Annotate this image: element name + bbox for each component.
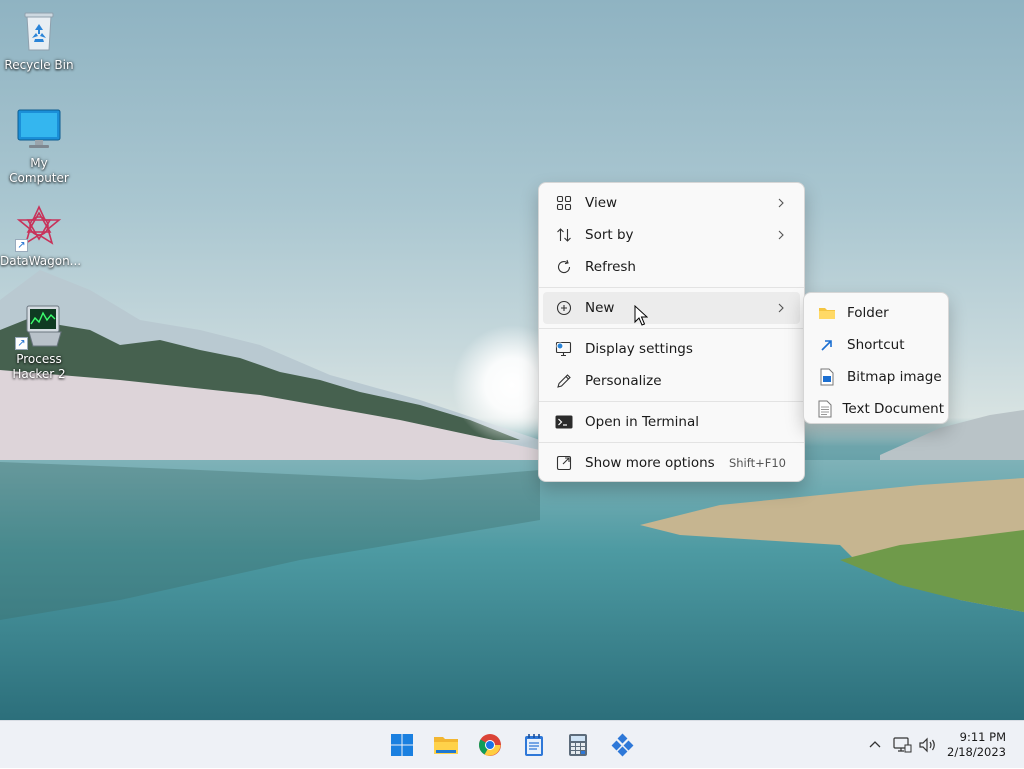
plus-circle-icon [554, 298, 574, 318]
menu-item-label: View [585, 195, 618, 211]
submenu-item-label: Bitmap image [847, 369, 942, 385]
desktop-icon-label: Process Hacker 2 [12, 352, 66, 381]
submenu-item-folder[interactable]: Folder [808, 297, 944, 329]
datawagon-icon: ↗ [15, 204, 63, 252]
menu-item-sort-by[interactable]: Sort by [543, 219, 800, 251]
recycle-bin-icon [15, 8, 63, 56]
volume-icon[interactable] [918, 736, 938, 754]
sort-arrows-icon [554, 225, 574, 245]
network-icon[interactable] [892, 736, 912, 754]
pen-icon [554, 371, 574, 391]
menu-item-label: Refresh [585, 259, 636, 275]
chevron-right-icon [778, 198, 784, 208]
start-button[interactable] [386, 729, 418, 761]
display-settings-icon [554, 339, 574, 359]
menu-item-show-more-options[interactable]: Show more options Shift+F10 [543, 447, 800, 479]
process-hacker-icon: ↗ [15, 302, 63, 350]
menu-item-label: Display settings [585, 341, 693, 357]
more-options-icon [554, 453, 574, 473]
menu-item-label: Open in Terminal [585, 414, 699, 430]
app-blocks-icon [611, 733, 634, 757]
menu-item-personalize[interactable]: Personalize [543, 365, 800, 397]
start-icon [391, 734, 413, 756]
chevron-up-icon[interactable] [866, 736, 884, 754]
submenu-item-shortcut[interactable]: Shortcut [808, 329, 944, 361]
menu-item-label: Sort by [585, 227, 634, 243]
desktop-icon-recycle-bin[interactable]: Recycle Bin [0, 8, 78, 73]
menu-item-new[interactable]: New [543, 292, 800, 324]
desktop-icon-process-hacker[interactable]: ↗ Process Hacker 2 [0, 302, 78, 382]
taskbar: 9:11 PM 2/18/2023 [0, 720, 1024, 768]
menu-item-open-in-terminal[interactable]: Open in Terminal [543, 406, 800, 438]
new-submenu: Folder Shortcut Bitmap image Text Docume… [803, 292, 949, 424]
desktop-icon-label: My Computer [9, 156, 69, 185]
submenu-item-label: Text Document [842, 401, 944, 417]
menu-item-shortcut: Shift+F10 [728, 456, 786, 470]
menu-separator [539, 287, 804, 288]
taskbar-calculator[interactable] [562, 729, 594, 761]
shortcut-arrow-icon: ↗ [15, 239, 28, 252]
chevron-right-icon [778, 230, 784, 240]
calculator-icon [569, 734, 587, 756]
clock-time: 9:11 PM [959, 730, 1006, 744]
chrome-icon [479, 734, 501, 756]
desktop-icon-datawagon[interactable]: ↗ DataWagon... [0, 204, 82, 269]
desktop-icon-my-computer[interactable]: My Computer [0, 106, 78, 186]
menu-item-label: New [585, 300, 615, 316]
submenu-item-label: Folder [847, 305, 889, 321]
submenu-item-bitmap-image[interactable]: Bitmap image [808, 361, 944, 393]
desktop-icon-label: Recycle Bin [4, 58, 74, 72]
refresh-icon [554, 257, 574, 277]
clock-date: 2/18/2023 [947, 745, 1006, 759]
desktop-icon-label: DataWagon... [0, 254, 82, 268]
menu-item-label: Personalize [585, 373, 662, 389]
taskbar-file-explorer[interactable] [430, 729, 462, 761]
mouse-cursor-icon [634, 305, 648, 326]
submenu-item-label: Shortcut [847, 337, 905, 353]
taskbar-notepad[interactable] [518, 729, 550, 761]
file-explorer-icon [434, 737, 458, 754]
menu-separator [539, 328, 804, 329]
chevron-right-icon [778, 303, 784, 313]
submenu-item-text-document[interactable]: Text Document [808, 393, 944, 425]
menu-separator [539, 442, 804, 443]
bitmap-icon [817, 367, 837, 387]
menu-item-label: Show more options [585, 455, 715, 471]
shortcut-arrow-icon: ↗ [15, 337, 28, 350]
monitor-icon [15, 106, 63, 154]
terminal-icon [554, 412, 574, 432]
menu-item-refresh[interactable]: Refresh [543, 251, 800, 283]
taskbar-chrome[interactable] [474, 729, 506, 761]
menu-separator [539, 401, 804, 402]
system-tray [866, 721, 938, 769]
shortcut-arrow-icon [817, 335, 837, 355]
folder-icon [817, 303, 837, 323]
menu-item-display-settings[interactable]: Display settings [543, 333, 800, 365]
grid-view-icon [554, 193, 574, 213]
taskbar-app-blocks[interactable] [606, 729, 638, 761]
menu-item-view[interactable]: View [543, 187, 800, 219]
taskbar-clock[interactable]: 9:11 PM 2/18/2023 [947, 730, 1006, 760]
notepad-icon [525, 734, 543, 756]
desktop-context-menu: View Sort by Refresh New Display setting… [538, 182, 805, 482]
text-document-icon [817, 399, 832, 419]
